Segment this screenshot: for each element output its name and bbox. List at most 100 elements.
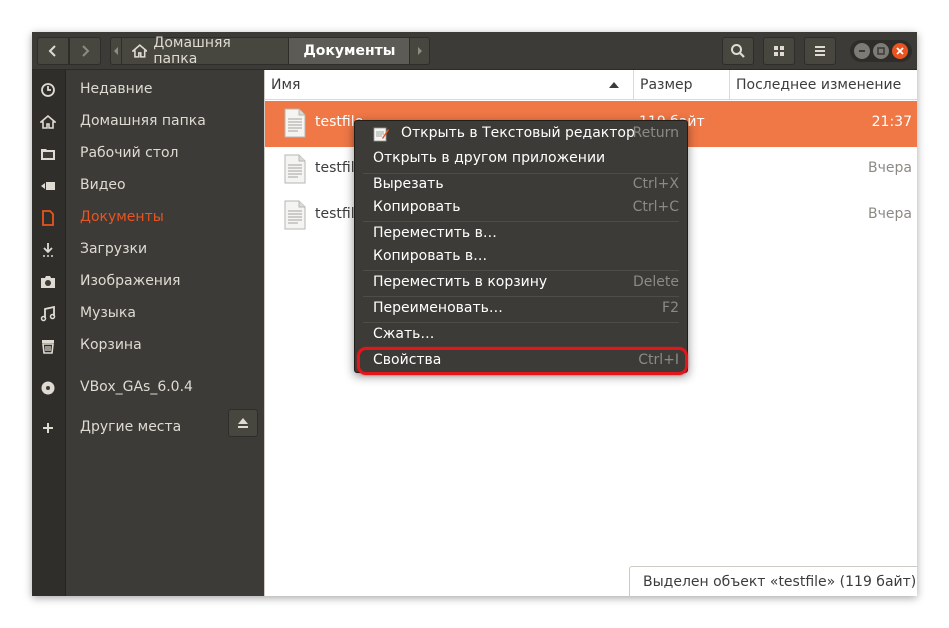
close-icon	[896, 47, 904, 55]
context-menu: Открыть в Текстовый редактор Return Откр…	[354, 120, 688, 373]
text-editor-icon	[373, 127, 389, 142]
maximize-button[interactable]	[872, 43, 889, 59]
sidebar-item-documents[interactable]: Документы	[32, 203, 264, 233]
chevron-left-icon	[48, 45, 56, 57]
video-camera-icon	[40, 178, 56, 194]
path-scroll-left-button[interactable]	[110, 37, 122, 65]
menu-item-label: Вырезать	[373, 176, 444, 192]
music-icon	[40, 306, 56, 322]
sort-ascending-icon	[609, 82, 619, 88]
menu-item-label: Сжать…	[373, 326, 435, 342]
text-file-icon	[284, 108, 306, 138]
document-icon	[40, 210, 56, 226]
text-file-icon	[284, 154, 306, 184]
sidebar-item-label: Изображения	[80, 273, 181, 289]
menu-item-open-text-editor[interactable]: Открыть в Текстовый редактор Return	[355, 123, 687, 145]
column-name-label: Имя	[271, 77, 301, 93]
menu-item-move-to[interactable]: Переместить в…	[355, 223, 687, 245]
sidebar-item-pictures[interactable]: Изображения	[32, 267, 264, 297]
triangle-right-icon	[417, 47, 422, 55]
path-segment-home[interactable]: Домашняя папка	[121, 35, 290, 67]
column-size-label: Размер	[640, 77, 693, 93]
menu-item-accel: Return	[632, 125, 679, 141]
view-toggle-button[interactable]	[763, 37, 795, 65]
camera-icon	[40, 274, 56, 290]
disc-icon	[40, 380, 56, 396]
sidebar-item-desktop[interactable]: Рабочий стол	[32, 139, 264, 169]
menu-separator	[363, 296, 679, 297]
sidebar-item-label: Загрузки	[80, 241, 148, 257]
trash-icon	[40, 338, 56, 354]
menu-item-move-to-trash[interactable]: Переместить в корзину Delete	[355, 272, 687, 294]
menu-item-copy-to[interactable]: Копировать в…	[355, 246, 687, 268]
path-segment-current[interactable]: Документы	[289, 37, 411, 65]
menu-item-copy[interactable]: Копировать Ctrl+C	[355, 197, 687, 219]
search-button[interactable]	[722, 37, 754, 65]
menu-item-label: Переместить в корзину	[373, 274, 548, 290]
menu-item-cut[interactable]: Вырезать Ctrl+X	[355, 174, 687, 196]
path-scroll-right-button[interactable]	[410, 37, 430, 65]
sidebar-item-home[interactable]: Домашняя папка	[32, 107, 264, 137]
menu-item-open-other-app[interactable]: Открыть в другом приложении	[355, 148, 687, 170]
sidebar-item-label: Корзина	[80, 337, 142, 353]
sidebar-item-label: VBox_GAs_6.0.4	[80, 379, 193, 395]
menu-item-accel: Ctrl+C	[632, 199, 679, 215]
text-file-icon	[284, 200, 306, 230]
sidebar-item-label: Видео	[80, 177, 126, 193]
chevron-right-icon	[82, 45, 90, 57]
maximize-icon	[877, 47, 885, 55]
status-bar: Выделен объект «testfile» (119 байт)	[629, 566, 917, 596]
hamburger-icon	[815, 46, 825, 56]
minimize-button[interactable]	[854, 43, 871, 59]
menu-item-label: Копировать	[373, 199, 461, 215]
menu-item-label: Переименовать…	[373, 300, 503, 316]
sidebar-item-other-locations[interactable]: Другие места	[32, 413, 264, 443]
sidebar-item-downloads[interactable]: Загрузки	[32, 235, 264, 265]
folder-icon	[40, 146, 56, 162]
search-icon	[731, 44, 745, 58]
menu-item-accel: F2	[662, 300, 679, 316]
menu-item-compress[interactable]: Сжать…	[355, 324, 687, 346]
triangle-left-icon	[113, 47, 118, 55]
clock-icon	[40, 82, 56, 98]
home-icon	[40, 114, 56, 130]
sidebar-item-music[interactable]: Музыка	[32, 299, 264, 329]
column-modified[interactable]: Последнее изменение	[729, 70, 917, 100]
menu-separator	[363, 221, 679, 222]
plus-icon	[40, 420, 56, 436]
sidebar-item-label: Рабочий стол	[80, 145, 179, 161]
sidebar-item-label: Другие места	[80, 419, 182, 435]
close-button[interactable]	[891, 43, 908, 59]
file-modified: Вчера	[868, 206, 912, 222]
menu-item-accel: Delete	[633, 274, 679, 290]
menu-item-label: Открыть в другом приложении	[373, 150, 606, 166]
sidebar-item-video[interactable]: Видео	[32, 171, 264, 201]
path-bar: Домашняя папка Документы	[110, 35, 430, 67]
forward-button[interactable]	[69, 37, 101, 65]
file-modified: 21:37	[871, 114, 912, 130]
status-text: Выделен объект «testfile» (119 байт)	[643, 573, 917, 590]
grid-icon	[774, 46, 784, 56]
sidebar-item-vbox[interactable]: VBox_GAs_6.0.4	[32, 373, 264, 403]
sidebar-item-recent[interactable]: Недавние	[32, 75, 264, 105]
sidebar-item-label: Домашняя папка	[80, 113, 206, 129]
sidebar-item-trash[interactable]: Корзина	[32, 331, 264, 361]
column-header: Имя Размер Последнее изменение	[265, 70, 917, 100]
minimize-icon	[859, 50, 866, 52]
path-current-label: Документы	[303, 43, 396, 59]
menu-button[interactable]	[804, 37, 836, 65]
menu-item-label: Переместить в…	[373, 225, 497, 241]
download-icon	[40, 242, 56, 258]
menu-separator	[363, 322, 679, 323]
sidebar-item-label: Музыка	[80, 305, 136, 321]
menu-item-rename[interactable]: Переименовать… F2	[355, 298, 687, 320]
sidebar: Недавние Домашняя папка Рабочий стол Вид…	[32, 70, 264, 596]
header-bar: Домашняя папка Документы	[32, 32, 917, 70]
menu-item-label: Копировать в…	[373, 248, 488, 264]
path-home-label: Домашняя папка	[153, 35, 231, 67]
column-size[interactable]: Размер	[633, 70, 729, 100]
back-button[interactable]	[37, 37, 69, 65]
menu-item-accel: Ctrl+X	[632, 176, 679, 192]
column-name[interactable]: Имя	[271, 70, 631, 100]
column-modified-label: Последнее изменение	[736, 77, 902, 93]
